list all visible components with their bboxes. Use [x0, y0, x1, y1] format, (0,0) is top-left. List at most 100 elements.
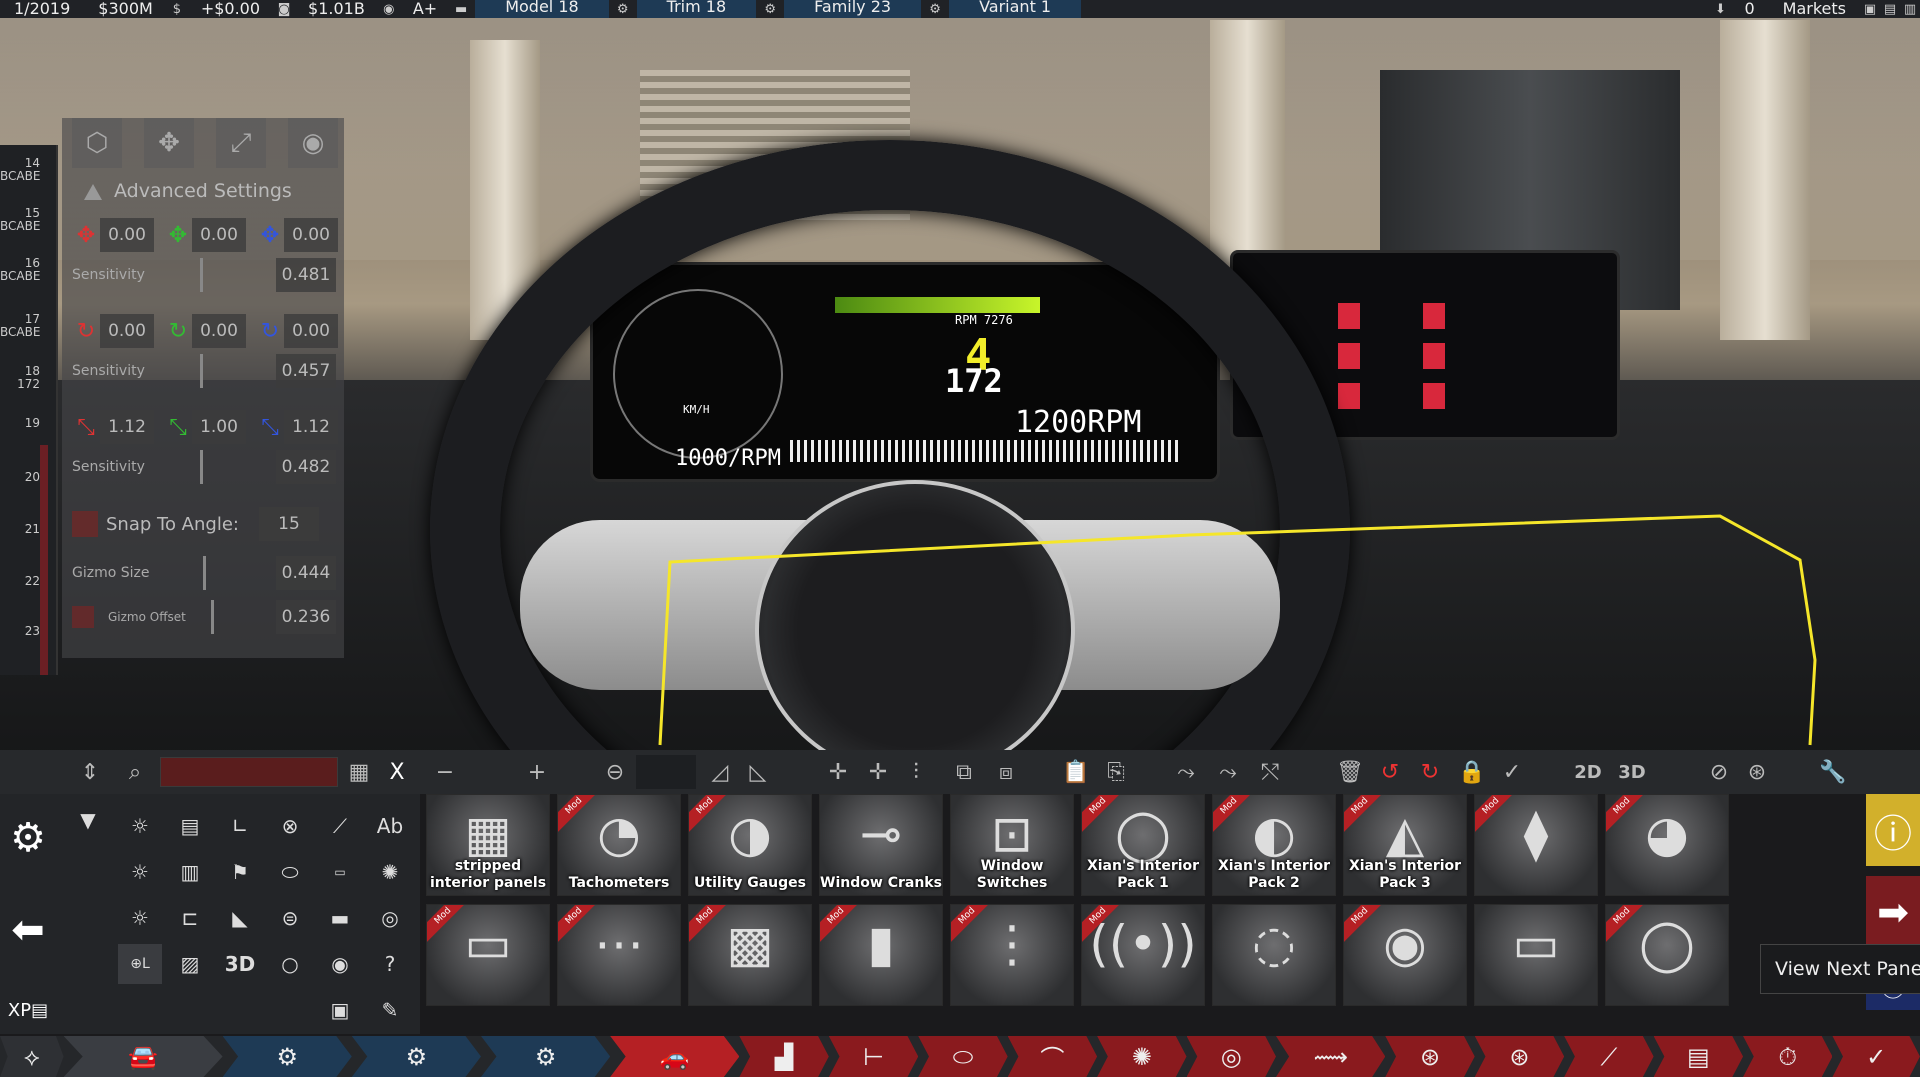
- rotation-x-field[interactable]: 0.00: [100, 314, 154, 348]
- asset-card[interactable]: ▭ Mod: [426, 904, 550, 1006]
- download-icon[interactable]: ⬇: [1710, 2, 1730, 17]
- nav-drivetrain-icon[interactable]: ⊢: [828, 1036, 919, 1077]
- corner-icon[interactable]: ◺: [742, 755, 774, 789]
- nav-fuel-icon[interactable]: ⬭: [918, 1036, 1008, 1077]
- layer-item[interactable]: 20: [0, 471, 40, 484]
- next-arrow-icon[interactable]: ➡: [1866, 876, 1920, 948]
- position-x-field[interactable]: 0.00: [100, 218, 154, 252]
- save-icon[interactable]: ▣: [318, 990, 362, 1030]
- scale-z-field[interactable]: 1.12: [284, 410, 338, 444]
- mirror-tool-icon[interactable]: ◣: [218, 898, 262, 938]
- car-icon[interactable]: ▬: [451, 2, 471, 17]
- scale-icon[interactable]: ⤢: [216, 118, 266, 168]
- nav-chassis-icon[interactable]: ⟡: [0, 1036, 64, 1077]
- position-sensitivity-slider[interactable]: [200, 258, 250, 292]
- nav-engine-tune-icon[interactable]: ⚙: [480, 1036, 611, 1077]
- mode-3d-button[interactable]: 3D: [1612, 755, 1652, 789]
- link-alt-icon[interactable]: ⤳: [1212, 755, 1244, 789]
- family-selector[interactable]: Family 23: [784, 0, 922, 18]
- search-input[interactable]: [160, 757, 338, 787]
- asset-card[interactable]: ◉ Mod: [1343, 904, 1467, 1006]
- gizmo-size-value[interactable]: 0.444: [275, 556, 336, 590]
- gizmo-offset-checkbox[interactable]: [72, 606, 94, 628]
- mode-2d-button[interactable]: 2D: [1568, 755, 1608, 789]
- plate-icon[interactable]: ▭: [318, 852, 362, 892]
- position-y-field[interactable]: 0.00: [192, 218, 246, 252]
- search-icon[interactable]: ⌕: [118, 755, 152, 789]
- gizmo-offset-slider[interactable]: [210, 600, 261, 634]
- menu-icon[interactable]: ▥: [1900, 2, 1920, 17]
- nav-seats-icon[interactable]: ▟: [739, 1036, 829, 1077]
- list-icon[interactable]: ▤: [168, 806, 212, 846]
- cube-icon[interactable]: ⬡: [72, 118, 122, 168]
- nav-body-icon[interactable]: 🚘: [63, 1036, 223, 1077]
- nav-interior-icon[interactable]: 🚗: [610, 1036, 740, 1077]
- grille-icon[interactable]: ⊜: [268, 898, 312, 938]
- asset-card[interactable]: ⋮ Mod: [950, 904, 1074, 1006]
- dial-icon[interactable]: ◉: [318, 944, 362, 984]
- text-tool-button[interactable]: Ab: [368, 806, 412, 846]
- asset-card[interactable]: ▩ Mod: [688, 904, 812, 1006]
- align-icon[interactable]: ⫶: [900, 755, 932, 789]
- position-z-field[interactable]: 0.00: [284, 218, 338, 252]
- skew-icon[interactable]: ◿: [704, 755, 736, 789]
- layer-item[interactable]: 21: [0, 523, 40, 536]
- nav-brakes-icon[interactable]: ◎: [1186, 1036, 1276, 1077]
- warning-icon[interactable]: ⓘ: [1866, 794, 1920, 866]
- link-icon[interactable]: ⤳: [1170, 755, 1202, 789]
- duplicate-icon[interactable]: ⧈: [990, 755, 1022, 789]
- rim-icon[interactable]: ✺: [368, 852, 412, 892]
- asset-card[interactable]: ◭ Mod Xian's Interior Pack 3: [1343, 794, 1467, 896]
- scale-y-field[interactable]: 1.00: [192, 410, 246, 444]
- twitter-icon[interactable]: ✎: [368, 990, 412, 1030]
- asset-card[interactable]: ▭: [1474, 904, 1598, 1006]
- layer-item[interactable]: 16 BCABE: [0, 257, 40, 283]
- nav-engine-icon[interactable]: ⚙: [222, 1036, 352, 1077]
- scale-sensitivity-slider[interactable]: [200, 450, 250, 484]
- lock-icon[interactable]: 🔒: [1456, 755, 1488, 789]
- exhaust-icon[interactable]: ◎: [368, 898, 412, 938]
- light-alt-icon[interactable]: ☼: [118, 852, 162, 892]
- variant-selector[interactable]: Variant 1: [949, 0, 1082, 18]
- value-input[interactable]: [636, 755, 696, 789]
- nav-wheels-icon[interactable]: ✺: [1097, 1036, 1187, 1077]
- eye-icon[interactable]: ◉: [288, 118, 338, 168]
- nav-test-icon[interactable]: ⏱: [1743, 1036, 1833, 1077]
- mirror-icon[interactable]: ⧉: [948, 755, 980, 789]
- center-vertical-icon[interactable]: ✛: [822, 755, 854, 789]
- nav-finish-icon[interactable]: ✓: [1832, 1036, 1920, 1077]
- wiper-icon[interactable]: ⟋: [318, 806, 362, 846]
- panel-icon[interactable]: ▥: [168, 852, 212, 892]
- layer-item[interactable]: 22: [0, 575, 40, 588]
- asset-card[interactable]: ◕ Mod: [1605, 794, 1729, 896]
- snap-value-field[interactable]: 15: [258, 507, 319, 541]
- rotation-y-field[interactable]: 0.00: [192, 314, 246, 348]
- position-sensitivity-value[interactable]: 0.481: [275, 258, 336, 292]
- minus-icon[interactable]: −: [428, 755, 462, 789]
- asset-card[interactable]: ▦ stripped interior panels: [426, 794, 550, 896]
- redo-icon[interactable]: ↻: [1414, 755, 1446, 789]
- layer-item[interactable]: 19: [0, 417, 40, 430]
- move-icon[interactable]: ✥: [144, 118, 194, 168]
- list-icon[interactable]: ▤: [1880, 2, 1900, 17]
- scale-x-field[interactable]: 1.12: [100, 410, 154, 444]
- nav-safety-icon[interactable]: ⟋: [1564, 1036, 1654, 1077]
- vertical-move-icon[interactable]: ⇕: [70, 755, 110, 789]
- circle-icon[interactable]: ○: [268, 944, 312, 984]
- pill-icon[interactable]: ⬭: [268, 852, 312, 892]
- light-beam-icon[interactable]: ☼: [118, 898, 162, 938]
- asset-card[interactable]: ⧫ Mod: [1474, 794, 1598, 896]
- texture-icon[interactable]: ▨: [168, 944, 212, 984]
- back-arrow-icon[interactable]: ⬅: [0, 894, 56, 966]
- rotation-sensitivity-value[interactable]: 0.457: [275, 354, 336, 388]
- layer-item[interactable]: 15 BCABE: [0, 207, 40, 233]
- asset-card[interactable]: ◯ Mod: [1605, 904, 1729, 1006]
- globe-icon[interactable]: ◉: [379, 2, 399, 17]
- handle-icon[interactable]: ▬: [318, 898, 362, 938]
- circle-minus-icon[interactable]: ⊖: [598, 755, 632, 789]
- nav-steering-icon[interactable]: ⊛: [1385, 1036, 1475, 1077]
- asset-card[interactable]: ((•)) Mod: [1081, 904, 1205, 1006]
- 3d-tool-button[interactable]: 3D: [218, 944, 262, 984]
- rotation-z-field[interactable]: 0.00: [284, 314, 338, 348]
- wrench-icon[interactable]: 🔧: [1816, 755, 1850, 789]
